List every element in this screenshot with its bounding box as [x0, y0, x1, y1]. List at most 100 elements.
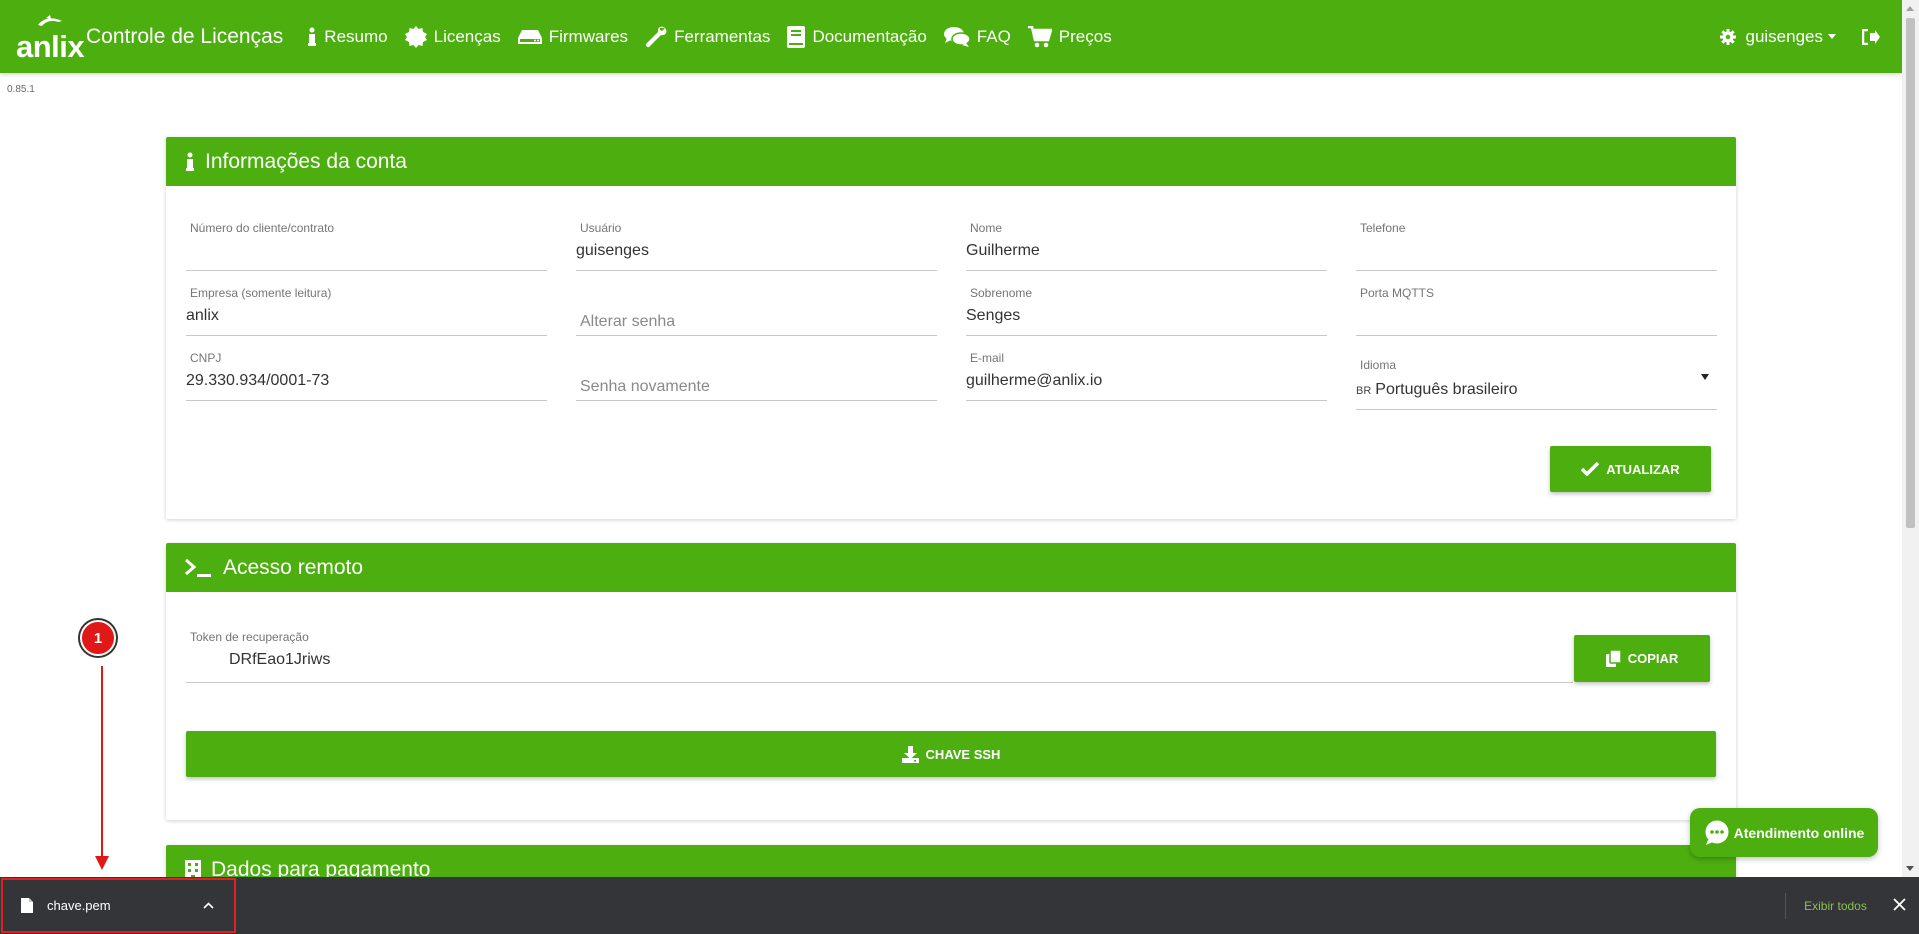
account-card-title: Informações da conta [205, 149, 407, 173]
nav-item-label: FAQ [976, 26, 1011, 46]
email-field[interactable]: E-mail guilherme@anlix.io [966, 351, 1327, 401]
company-field: Empresa (somente leitura) anlix [186, 286, 547, 336]
company-value: anlix [186, 307, 219, 324]
nav-item-faq[interactable]: FAQ [943, 26, 1011, 47]
remote-card-title: Acesso remoto [223, 555, 364, 579]
password-again-field[interactable]: Senha novamente [576, 351, 937, 401]
cnpj-label: CNPJ [190, 351, 222, 365]
update-button[interactable]: ATUALIZAR [1550, 446, 1711, 492]
user-value: guisenges [576, 242, 649, 259]
email-value: guilherme@anlix.io [966, 372, 1103, 389]
nav-item-resumo[interactable]: Resumo [307, 26, 388, 47]
close-icon[interactable] [1893, 898, 1906, 911]
surname-label: Sobrenome [970, 286, 1033, 300]
recovery-token-field[interactable]: Token de recuperação DRfEao1Jriws [186, 630, 1573, 683]
file-icon [21, 898, 33, 913]
info-icon [186, 152, 194, 171]
account-card-header: Informações da conta [166, 137, 1736, 186]
ssh-key-button[interactable]: CHAVE SSH [186, 731, 1716, 777]
download-file-name: chave.pem [47, 898, 111, 913]
download-icon [901, 745, 919, 763]
downloads-bar: chave.pem Exibir todos [0, 877, 1919, 934]
user-name: guisenges [1745, 26, 1823, 46]
token-value: DRfEao1Jriws [229, 651, 331, 668]
phone-field[interactable]: Telefone [1356, 221, 1717, 271]
language-value: Português brasileiro [1375, 381, 1518, 398]
annotation-marker: 1 [80, 620, 116, 656]
surname-value: Senges [966, 307, 1021, 324]
page-scrollbar[interactable] [1902, 0, 1919, 877]
hdd-icon [517, 29, 542, 44]
remote-card-header: Acesso remoto [166, 543, 1736, 592]
chat-icon [1705, 820, 1729, 845]
nav-item-licencas[interactable]: Licenças [404, 25, 501, 48]
email-label: E-mail [970, 351, 1005, 365]
version-label: 0.85.1 [7, 84, 35, 95]
nav-item-documentacao[interactable]: Documentação [787, 25, 927, 48]
password-again-placeholder: Senha novamente [580, 378, 710, 395]
surname-field[interactable]: Sobrenome Senges [966, 286, 1327, 336]
name-value: Guilherme [966, 242, 1040, 259]
user-field[interactable]: Usuário guisenges [576, 221, 937, 271]
nav-item-label: Ferramentas [674, 26, 771, 46]
copy-icon [1605, 650, 1621, 667]
name-field[interactable]: Nome Guilherme [966, 221, 1327, 271]
comments-icon [943, 26, 970, 47]
book-icon [787, 25, 806, 48]
change-password-placeholder: Alterar senha [580, 313, 676, 330]
app-title[interactable]: Controle de Licenças [86, 25, 283, 49]
nav-right: guisenges [1720, 27, 1880, 47]
anlix-logo[interactable]: anlix [16, 14, 85, 64]
ssh-key-button-label: CHAVE SSH [925, 746, 1001, 762]
user-menu-dropdown[interactable]: guisenges [1720, 27, 1836, 47]
nav-item-firmwares[interactable]: Firmwares [517, 27, 628, 47]
language-label: Idioma [1360, 358, 1397, 372]
user-label: Usuário [580, 221, 622, 235]
info-icon [308, 27, 317, 46]
phone-label: Telefone [1360, 221, 1406, 235]
cnpj-value: 29.330.934/0001-73 [186, 372, 330, 389]
gear-icon [1720, 28, 1737, 45]
scroll-down-icon[interactable] [1906, 866, 1914, 871]
company-label: Empresa (somente leitura) [190, 286, 332, 300]
online-support-label: Atendimento online [1733, 824, 1865, 841]
annotation-arrow-line [101, 666, 103, 859]
flag-icon: BR [1356, 385, 1372, 397]
wrench-icon [645, 26, 667, 47]
language-select[interactable]: Idioma BR Português brasileiro [1356, 351, 1717, 410]
mqtts-port-label: Porta MQTTS [1360, 286, 1435, 300]
remote-access-card: Acesso remoto Token de recuperação DRfEa… [166, 543, 1736, 820]
client-number-field[interactable]: Número do cliente/contrato [186, 221, 547, 271]
nav-item-label: Licenças [433, 26, 501, 46]
cnpj-field[interactable]: CNPJ 29.330.934/0001-73 [186, 351, 547, 401]
client-number-label: Número do cliente/contrato [190, 221, 335, 235]
scroll-up-icon[interactable] [1906, 6, 1914, 11]
show-all-downloads-button[interactable]: Exibir todos [1785, 893, 1885, 919]
check-icon [1581, 462, 1600, 476]
top-navbar: anlix Controle de Licenças Resumo Licenç… [0, 0, 1902, 73]
scrollbar-thumb[interactable] [1906, 18, 1915, 528]
logo-text: anlix [16, 28, 85, 64]
online-support-button[interactable]: Atendimento online [1690, 808, 1878, 857]
copy-button[interactable]: COPIAR [1574, 635, 1710, 682]
mqtts-port-field[interactable]: Porta MQTTS [1356, 286, 1717, 336]
copy-button-label: COPIAR [1627, 651, 1679, 666]
download-item[interactable]: chave.pem [1, 878, 236, 933]
chevron-down-icon [1701, 374, 1709, 380]
nav-item-precos[interactable]: Preços [1027, 25, 1112, 48]
certificate-icon [404, 25, 427, 48]
nav-menu: Resumo Licenças Firmwares Ferramentas Do… [307, 25, 1128, 48]
nav-item-label: Preços [1058, 26, 1112, 46]
name-label: Nome [970, 221, 1003, 235]
logout-icon[interactable] [1862, 28, 1880, 45]
nav-item-label: Resumo [324, 26, 388, 46]
show-all-label: Exibir todos [1804, 899, 1867, 913]
cart-icon [1027, 25, 1052, 47]
chevron-down-icon [1828, 34, 1836, 39]
nav-item-ferramentas[interactable]: Ferramentas [645, 26, 770, 48]
terminal-icon [185, 558, 211, 577]
brand[interactable]: anlix Controle de Licenças [16, 14, 283, 64]
chevron-up-icon[interactable] [203, 902, 214, 909]
change-password-field[interactable]: Alterar senha [576, 286, 937, 336]
annotation-arrow-head [95, 856, 109, 870]
